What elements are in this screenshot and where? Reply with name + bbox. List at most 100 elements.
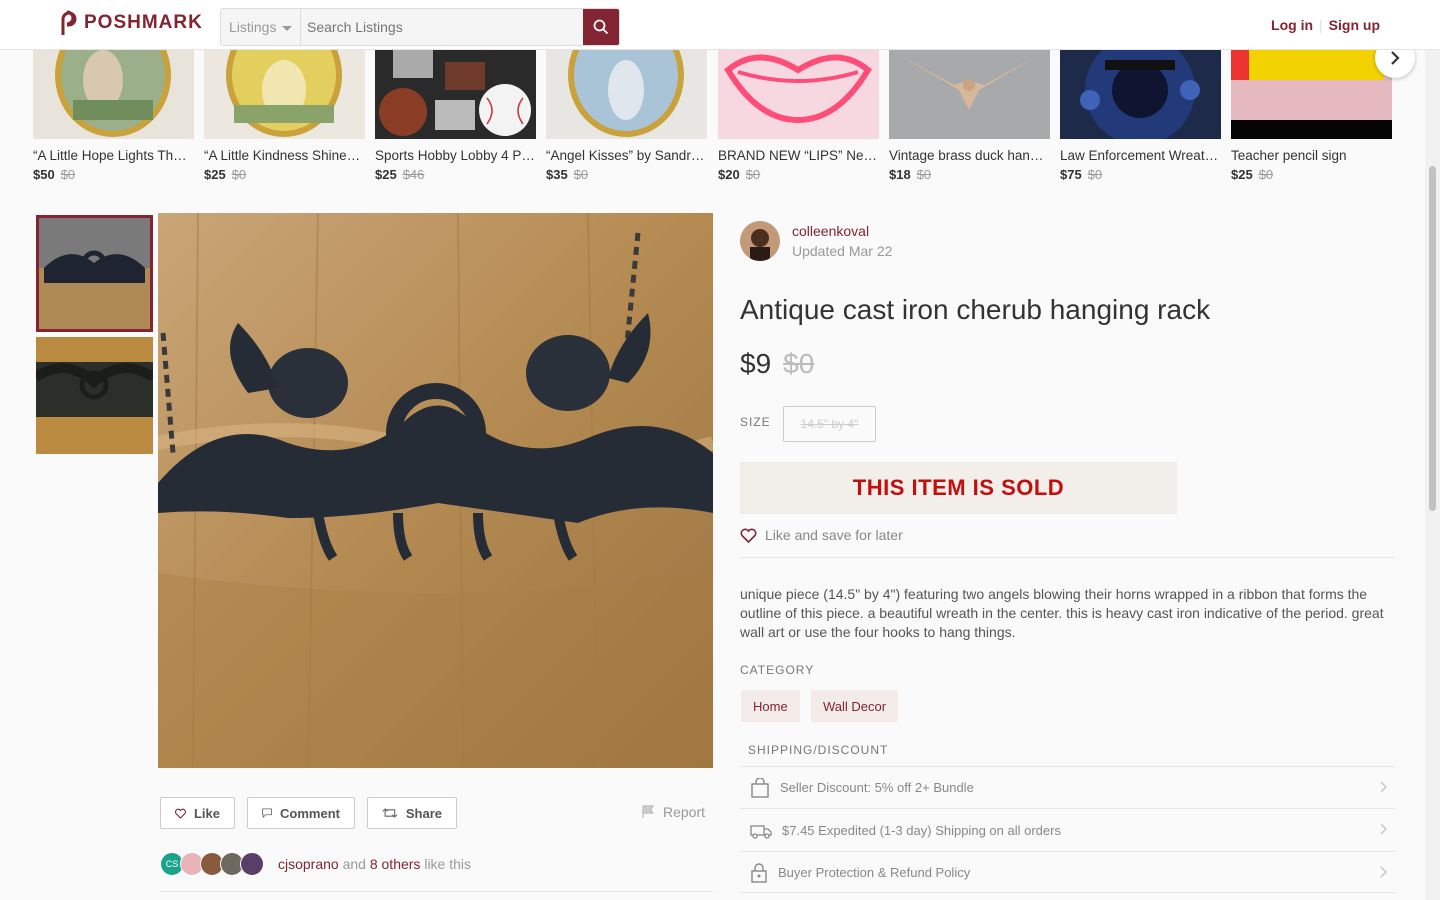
sold-banner: THIS ITEM IS SOLD [740, 462, 1177, 514]
carousel-card[interactable]: BRAND NEW “LIPS” Neon Sign $20 $0 [718, 50, 879, 182]
shipping-row[interactable]: $7.45 Expedited (1-3 day) Shipping on al… [740, 808, 1395, 852]
gallery-thumbnail-2[interactable] [36, 337, 153, 454]
comment-button[interactable]: Comment [247, 797, 355, 829]
search-type-dropdown[interactable]: Listings [221, 9, 301, 45]
share-label: Share [405, 805, 442, 821]
chevron-down-icon [282, 25, 293, 31]
size-option: 14.5" by 4" [783, 406, 876, 442]
listing-thumbnail[interactable] [1060, 50, 1221, 139]
carousel-card[interactable]: “A Little Hope Lights The Way” $50 $0 [33, 50, 194, 182]
listing-original-price: $0 [745, 167, 761, 182]
listing-title[interactable]: Vintage brass duck hanging [889, 148, 1050, 163]
listing-thumbnail[interactable] [33, 50, 194, 139]
search-button[interactable] [583, 9, 619, 45]
like-and-save-link[interactable]: Like and save for later [740, 527, 903, 543]
listing-title[interactable]: Teacher pencil sign [1231, 148, 1392, 163]
listing-price: $18 [889, 167, 911, 182]
flag-icon [642, 805, 655, 818]
image-thumbnail-list [36, 215, 153, 459]
listing-current-price: $9 [740, 348, 772, 379]
listing-thumbnail[interactable] [375, 50, 536, 139]
seller-info: colleenkoval Updated Mar 22 [740, 221, 892, 261]
listing-thumbnail[interactable] [889, 50, 1050, 139]
avatar [240, 852, 264, 876]
listing-original-price: $0 [60, 167, 76, 182]
report-link[interactable]: Report [641, 804, 705, 820]
listing-thumbnail[interactable] [718, 50, 879, 139]
listing-actions: Like Comment Share Report [160, 797, 713, 829]
listing-price: $25 [1231, 167, 1253, 182]
seller-discount-text: Seller Discount: 5% off 2+ Bundle [780, 780, 974, 795]
main-product-image[interactable] [158, 213, 713, 768]
carousel-card[interactable]: Vintage brass duck hanging $18 $0 [889, 50, 1050, 182]
listing-title[interactable]: “A Little Hope Lights The Way” [33, 148, 194, 163]
liker-username-link[interactable]: cjsoprano [278, 856, 339, 872]
listing-price: $35 [546, 167, 568, 182]
carousel-card[interactable]: “Angel Kisses” by Sandra Kuck $35 $0 [546, 50, 707, 182]
seller-username[interactable]: colleenkoval [792, 223, 892, 239]
listing-original-price: $0 [1258, 167, 1274, 182]
listing-title[interactable]: “Angel Kisses” by Sandra Kuck [546, 148, 707, 163]
lock-icon [751, 862, 767, 883]
category-chip-wall-decor[interactable]: Wall Decor [811, 690, 899, 722]
brand-name: POSHMARK [84, 12, 203, 33]
search-input[interactable] [301, 9, 583, 45]
search-icon [593, 19, 609, 35]
divider [740, 557, 1395, 558]
seller-discount-row[interactable]: Seller Discount: 5% off 2+ Bundle [740, 766, 1395, 808]
share-button[interactable]: Share [367, 797, 457, 829]
gallery-thumbnail-1[interactable] [36, 215, 153, 332]
shipping-text: $7.45 Expedited (1-3 day) Shipping on al… [782, 823, 1061, 838]
signup-link[interactable]: Sign up [1329, 17, 1380, 33]
listing-original-price: $0 [1087, 167, 1103, 182]
chevron-right-icon [1380, 781, 1387, 793]
listing-price: $50 [33, 167, 55, 182]
poshmark-logo[interactable]: POSHMARK [56, 10, 203, 36]
scrollbar-thumb[interactable] [1429, 166, 1436, 511]
carousel-card[interactable]: Teacher pencil sign $25 $0 [1231, 50, 1392, 182]
like-button[interactable]: Like [160, 797, 235, 829]
likers-others-link[interactable]: 8 others [370, 856, 421, 872]
buyer-protection-text: Buyer Protection & Refund Policy [778, 865, 971, 880]
listing-price-row: $9 $0 [740, 348, 814, 380]
page-scrollbar[interactable] [1425, 0, 1440, 900]
listing-title[interactable]: Sports Hobby Lobby 4 Photo Frame [375, 148, 536, 163]
listing-title[interactable]: “A Little Kindness Shines Bright” [204, 148, 365, 163]
share-icon [382, 808, 398, 818]
seller-avatar[interactable] [740, 221, 780, 261]
listing-thumbnail[interactable] [204, 50, 365, 139]
liker-avatars[interactable]: CS [160, 852, 264, 876]
listing-original-price: $0 [573, 167, 589, 182]
listing-price: $20 [718, 167, 740, 182]
like-label: Like [193, 805, 220, 821]
heart-icon [740, 528, 757, 543]
size-label: SIZE [740, 415, 771, 429]
auth-separator: | [1319, 17, 1323, 33]
category-chip-home[interactable]: Home [741, 690, 800, 722]
divider [740, 892, 1395, 893]
listing-original-price: $0 [916, 167, 932, 182]
listing-price: $25 [204, 167, 226, 182]
report-label: Report [662, 804, 705, 820]
search-type-label: Listings [229, 19, 277, 35]
buyer-protection-row[interactable]: Buyer Protection & Refund Policy [740, 851, 1395, 893]
carousel-card[interactable]: Sports Hobby Lobby 4 Photo Frame $25 $46 [375, 50, 536, 182]
heart-icon [175, 808, 186, 819]
carousel-card[interactable]: Law Enforcement Wreath Blue $75 $0 [1060, 50, 1221, 182]
top-header: POSHMARK Listings Log in | Sign up [0, 0, 1440, 50]
like-save-label: Like and save for later [765, 527, 903, 543]
listing-price: $75 [1060, 167, 1082, 182]
listing-original-price: $0 [783, 348, 815, 379]
listing-thumbnail[interactable] [1231, 50, 1392, 139]
comment-icon [262, 808, 272, 819]
listing-description: unique piece (14.5" by 4") featuring two… [740, 586, 1384, 640]
listing-thumbnail[interactable] [546, 50, 707, 139]
chevron-right-icon [1380, 866, 1387, 878]
likers-suffix: like this [424, 856, 472, 872]
likers-text: cjsoprano and 8 others like this [278, 856, 471, 872]
listing-title[interactable]: Law Enforcement Wreath Blue [1060, 148, 1221, 163]
likers-row: CS cjsoprano and 8 others like this [160, 852, 713, 892]
carousel-card[interactable]: “A Little Kindness Shines Bright” $25 $0 [204, 50, 365, 182]
listing-title[interactable]: BRAND NEW “LIPS” Neon Sign [718, 148, 879, 163]
login-link[interactable]: Log in [1271, 17, 1313, 33]
